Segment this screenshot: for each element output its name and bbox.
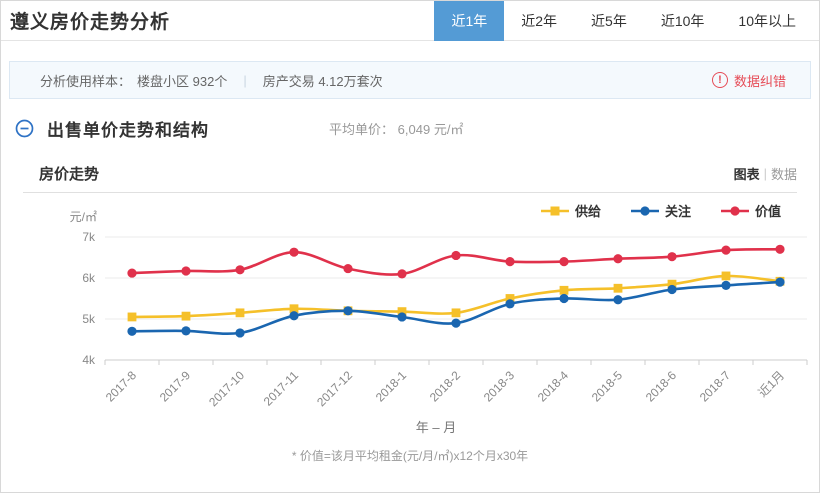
data-point-2-12[interactable] [775, 245, 784, 254]
view-chart-toggle[interactable]: 图表 [734, 164, 760, 183]
data-point-2-8[interactable] [559, 257, 568, 266]
average-price-label: 平均单价： [329, 122, 394, 137]
view-switch-divider: | [764, 166, 767, 181]
sample-info-bar: 分析使用样本： 楼盘小区 932个 | 房产交易 4.12万套次 ! 数据纠错 [9, 61, 811, 99]
x-tick-label-4: 2017-12 [314, 368, 355, 409]
average-price-value: 6,049 [398, 122, 431, 137]
legend-marker-icon [631, 205, 659, 217]
x-tick-label-8: 2018-4 [535, 368, 572, 405]
tab-time-range-0[interactable]: 近1年 [434, 1, 504, 41]
x-tick-label-5: 2018-1 [373, 368, 410, 405]
section-title: 出售单价走势和结构 [47, 116, 209, 141]
data-point-1-0[interactable] [127, 327, 136, 336]
x-tick-label-12: 近1月 [756, 368, 788, 400]
tab-time-range-2[interactable]: 近5年 [574, 1, 644, 41]
x-tick-label-1: 2017-9 [157, 368, 194, 405]
data-point-1-10[interactable] [667, 285, 676, 294]
data-point-2-0[interactable] [127, 268, 136, 277]
data-point-1-12[interactable] [775, 278, 784, 287]
data-correction-label: 数据纠错 [734, 71, 786, 90]
data-point-2-4[interactable] [343, 264, 352, 273]
average-price-unit: 元/㎡ [434, 122, 464, 137]
time-range-tabs: 近1年近2年近5年近10年10年以上 [434, 1, 813, 41]
x-tick-label-11: 2018-7 [697, 368, 734, 405]
x-tick-label-3: 2017-11 [261, 368, 302, 409]
data-point-0-1[interactable] [182, 312, 191, 321]
sample-label: 分析使用样本： [40, 71, 131, 90]
legend-label: 供给 [575, 201, 601, 220]
legend-marker-icon [541, 205, 569, 217]
card-title: 房价走势 [23, 163, 99, 184]
data-point-0-8[interactable] [560, 286, 569, 295]
exclamation-icon: ! [712, 72, 728, 88]
sample-divider: | [233, 73, 256, 88]
data-point-1-9[interactable] [613, 295, 622, 304]
data-point-0-6[interactable] [452, 308, 461, 317]
legend-item-2[interactable]: 价值 [721, 201, 781, 220]
price-analysis-page: 遵义房价走势分析 近1年近2年近5年近10年10年以上 分析使用样本： 楼盘小区… [0, 0, 820, 493]
sample-info: 分析使用样本： 楼盘小区 932个 | 房产交易 4.12万套次 [10, 71, 383, 90]
sample-transactions: 房产交易 4.12万套次 [263, 71, 383, 90]
legend-item-1[interactable]: 关注 [631, 201, 691, 220]
price-trend-card: 房价走势 图表 | 数据 供给 关注 价值 元/㎡ 4k 5k 6k 7k 2017-8 201… [9, 155, 811, 464]
data-point-1-8[interactable] [559, 294, 568, 303]
data-point-2-5[interactable] [397, 269, 406, 278]
data-point-1-11[interactable] [721, 281, 730, 290]
data-point-0-9[interactable] [614, 284, 623, 293]
card-header: 房价走势 图表 | 数据 [23, 155, 797, 193]
data-point-2-11[interactable] [721, 246, 730, 255]
data-point-1-3[interactable] [289, 311, 298, 320]
chart-legend: 供给 关注 价值 [541, 201, 781, 220]
legend-label: 关注 [665, 201, 691, 220]
x-tick-label-2: 2017-10 [206, 368, 247, 409]
data-point-2-2[interactable] [235, 265, 244, 274]
x-tick-label-0: 2017-8 [103, 368, 140, 405]
page-header: 遵义房价走势分析 近1年近2年近5年近10年10年以上 [1, 1, 819, 41]
collapse-icon[interactable] [15, 119, 34, 138]
x-tick-label-6: 2018-2 [427, 368, 464, 405]
data-point-0-2[interactable] [236, 308, 245, 317]
section-header: 出售单价走势和结构 平均单价： 6,049 元/㎡ [9, 116, 811, 141]
tab-time-range-1[interactable]: 近2年 [504, 1, 574, 41]
chart-footnote: * 价值=该月平均租金(元/月/㎡)x12个月x30年 [23, 447, 797, 464]
x-tick-label-10: 2018-6 [643, 368, 680, 405]
y-tick-6k: 6k [82, 271, 96, 285]
y-tick-5k: 5k [82, 312, 96, 326]
view-data-toggle[interactable]: 数据 [771, 164, 797, 183]
legend-item-0[interactable]: 供给 [541, 201, 601, 220]
page-title: 遵义房价走势分析 [1, 7, 170, 34]
data-point-2-1[interactable] [181, 266, 190, 275]
view-switch: 图表 | 数据 [734, 164, 797, 183]
x-tick-label-9: 2018-5 [589, 368, 626, 405]
legend-label: 价值 [755, 201, 781, 220]
data-point-2-9[interactable] [613, 254, 622, 263]
legend-marker-icon [721, 205, 749, 217]
y-axis-unit-label: 元/㎡ [70, 210, 97, 224]
data-point-2-10[interactable] [667, 252, 676, 261]
data-point-2-3[interactable] [289, 248, 298, 257]
data-point-1-2[interactable] [235, 328, 244, 337]
chart-area[interactable]: 供给 关注 价值 元/㎡ 4k 5k 6k 7k 2017-8 2017-9 2017-10 201… [23, 195, 797, 447]
data-point-1-6[interactable] [451, 319, 460, 328]
x-axis-title: 年 – 月 [416, 420, 456, 435]
data-point-1-1[interactable] [181, 326, 190, 335]
data-point-1-4[interactable] [343, 306, 352, 315]
data-correction-button[interactable]: ! 数据纠错 [712, 71, 810, 90]
data-point-1-5[interactable] [397, 312, 406, 321]
x-tick-label-7: 2018-3 [481, 368, 518, 405]
y-tick-4k: 4k [82, 353, 96, 367]
tab-time-range-4[interactable]: 10年以上 [721, 1, 813, 41]
y-tick-7k: 7k [82, 230, 96, 244]
line-chart[interactable]: 元/㎡ 4k 5k 6k 7k 2017-8 2017-9 2017-10 2017-11 201… [23, 207, 813, 443]
data-point-2-6[interactable] [451, 251, 460, 260]
data-point-1-7[interactable] [505, 299, 514, 308]
average-price: 平均单价： 6,049 元/㎡ [329, 119, 463, 138]
sample-communities: 楼盘小区 932个 [137, 71, 227, 90]
data-point-2-7[interactable] [505, 257, 514, 266]
data-point-0-0[interactable] [128, 313, 137, 322]
tab-time-range-3[interactable]: 近10年 [644, 1, 722, 41]
data-point-0-11[interactable] [722, 272, 731, 281]
